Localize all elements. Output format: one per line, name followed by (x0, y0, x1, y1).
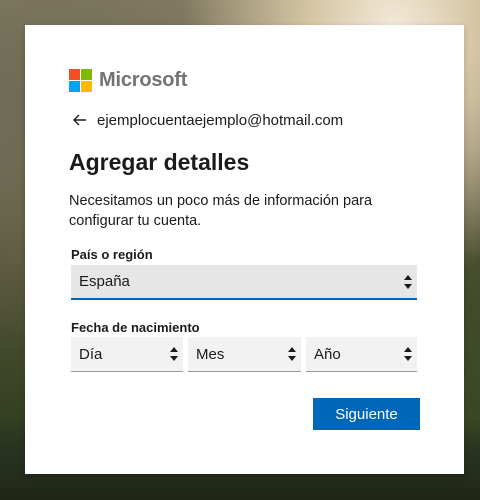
account-email: ejemplocuentaejemplo@hotmail.com (97, 111, 344, 129)
birth-day-select[interactable]: Día (71, 337, 183, 372)
select-arrows-icon (288, 347, 296, 361)
birth-year-value: Año (314, 345, 341, 363)
select-arrows-icon (170, 347, 178, 361)
birth-month-select[interactable]: Mes (188, 337, 301, 372)
page-title: Agregar detalles (69, 149, 250, 175)
microsoft-logo: Microsoft (69, 69, 187, 92)
birth-day-value: Día (79, 345, 103, 363)
identity-banner: ejemplocuentaejemplo@hotmail.com (71, 110, 343, 130)
country-label: País o región (71, 247, 153, 262)
logo-wordmark: Microsoft (99, 69, 188, 91)
microsoft-logo-icon (69, 69, 92, 92)
select-arrows-icon (404, 347, 412, 361)
country-select[interactable]: España (71, 265, 417, 300)
country-selected-value: España (79, 273, 130, 290)
birth-year-select[interactable]: Año (306, 337, 417, 372)
birthdate-label: Fecha de nacimiento (71, 320, 200, 335)
select-arrows-icon (404, 275, 412, 289)
next-button[interactable]: Siguiente (313, 398, 420, 430)
birth-month-value: Mes (196, 345, 225, 363)
left-arrow-icon[interactable] (71, 111, 89, 129)
signup-card: Microsoft ejemplocuentaejemplo@hotmail.c… (25, 25, 464, 474)
page-description: Necesitamos un poco más de información p… (69, 193, 373, 229)
